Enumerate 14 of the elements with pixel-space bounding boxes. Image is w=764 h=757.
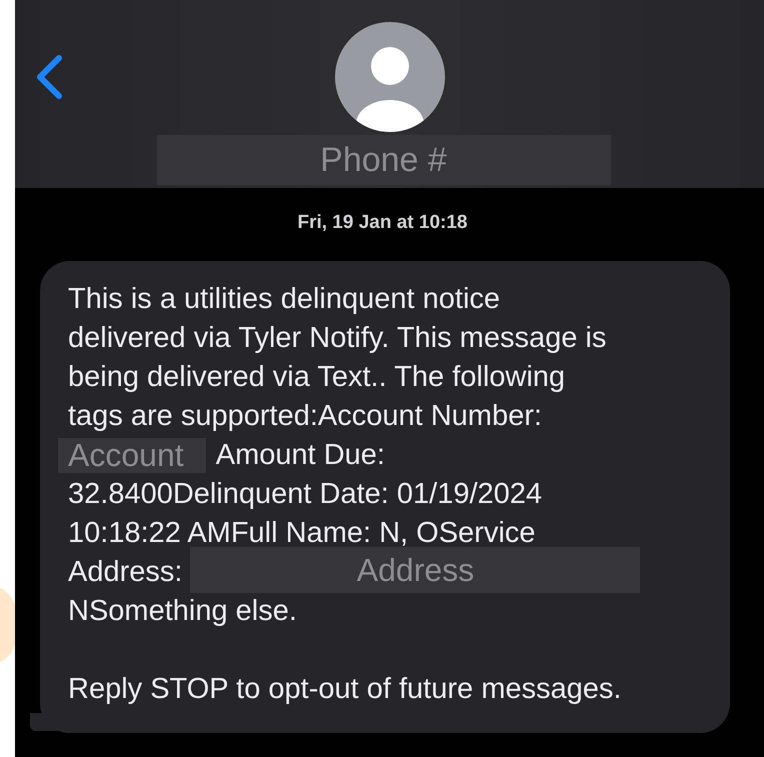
message-text: This is a utilities delinquent notice	[68, 282, 500, 316]
back-icon[interactable]	[35, 55, 63, 99]
message-text: Amount Due:	[216, 438, 385, 472]
message-timestamp: Fri, 19 Jan at 10:18	[297, 211, 468, 235]
message-text: NSomething else.	[68, 594, 297, 628]
message-text: Reply STOP to opt-out of future messages.	[68, 672, 622, 706]
message-text: Address:	[68, 554, 182, 590]
contact-redaction: Phone #	[156, 135, 610, 185]
message-text: 32.8400Delinquent Date: 01/19/2024	[68, 476, 542, 512]
message-text: delivered via Tyler Notify. This message is	[68, 320, 606, 356]
message-text: tags are supported:Account Number:	[68, 398, 542, 434]
redaction-label: Address	[190, 547, 640, 593]
redaction-label: Account	[58, 438, 206, 472]
message-text: being delivered via Text.. The following	[68, 360, 566, 394]
